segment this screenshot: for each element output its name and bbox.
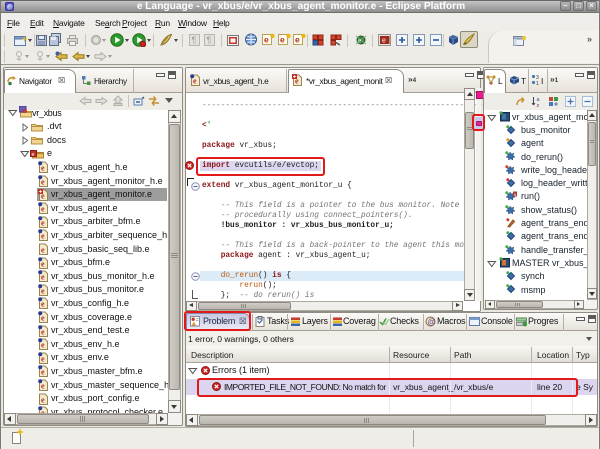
svg-text:e: e [41, 273, 45, 282]
svg-text:e: e [41, 341, 45, 350]
svg-text:e: e [32, 152, 35, 158]
svg-text:e: e [41, 368, 45, 377]
svg-text:e: e [41, 354, 45, 363]
svg-text:e: e [382, 38, 386, 45]
svg-text:e: e [41, 259, 45, 268]
svg-text:e: e [41, 395, 45, 404]
svg-text:e: e [41, 300, 45, 309]
svg-text:@: @ [428, 318, 436, 327]
svg-text:z: z [537, 103, 540, 107]
svg-text:e: e [41, 205, 45, 214]
svg-text:e: e [41, 246, 45, 255]
svg-text:e: e [41, 382, 45, 391]
svg-text:e: e [41, 286, 45, 295]
svg-text:e: e [264, 35, 269, 45]
svg-text:e: e [41, 327, 45, 336]
svg-text:e: e [193, 77, 197, 86]
svg-text:¶: ¶ [207, 35, 212, 45]
svg-text:1: 1 [536, 81, 539, 86]
svg-text:e: e [41, 178, 45, 187]
svg-text:¶: ¶ [192, 35, 197, 45]
svg-text:e: e [280, 35, 285, 45]
svg-text:e: e [41, 232, 45, 241]
svg-text:e: e [295, 35, 300, 45]
svg-text:+: + [22, 34, 27, 44]
svg-text:e: e [41, 218, 45, 227]
svg-text:e: e [41, 314, 45, 323]
svg-text:e: e [41, 164, 45, 173]
